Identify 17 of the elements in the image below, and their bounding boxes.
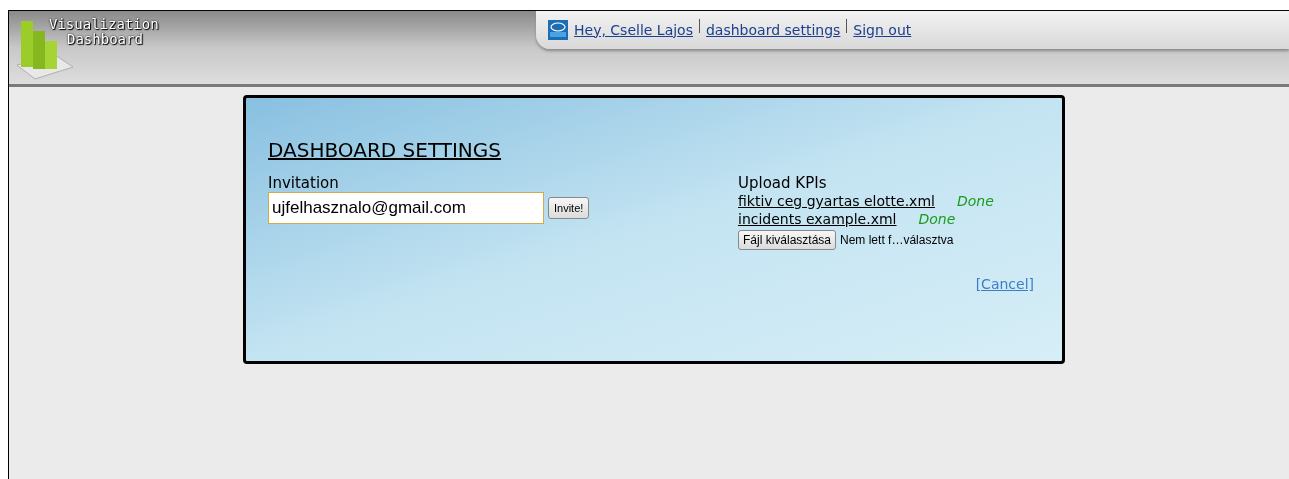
- email-field[interactable]: ujfelhasznalo@gmail.com: [268, 192, 544, 224]
- upload-status: Done: [956, 192, 994, 210]
- choose-file-button[interactable]: Fájl kiválasztása: [738, 230, 837, 250]
- invitation-label: Invitation: [268, 174, 340, 192]
- nav-link[interactable]: Hey, Cselle Lajos: [574, 19, 693, 41]
- upload-status: Done: [918, 210, 956, 228]
- nav-link[interactable]: dashboard settings: [706, 19, 841, 41]
- file-link[interactable]: fiktiv ceg gyartas elotte.xml: [738, 192, 935, 210]
- chip-badge-icon: [548, 20, 568, 40]
- logo-title: Visualization: [49, 17, 159, 32]
- upload-label: Upload KPIs: [738, 174, 828, 192]
- file-link[interactable]: incidents example.xml: [738, 210, 897, 228]
- file-status-text: Nem lett f…választva: [840, 232, 954, 249]
- logo-subtitle: Dashboard: [66, 32, 144, 47]
- nav-link[interactable]: Sign out: [853, 19, 912, 41]
- invite-button[interactable]: Invite!: [548, 197, 590, 219]
- dialog-title: DASHBOARD SETTINGS: [268, 138, 503, 162]
